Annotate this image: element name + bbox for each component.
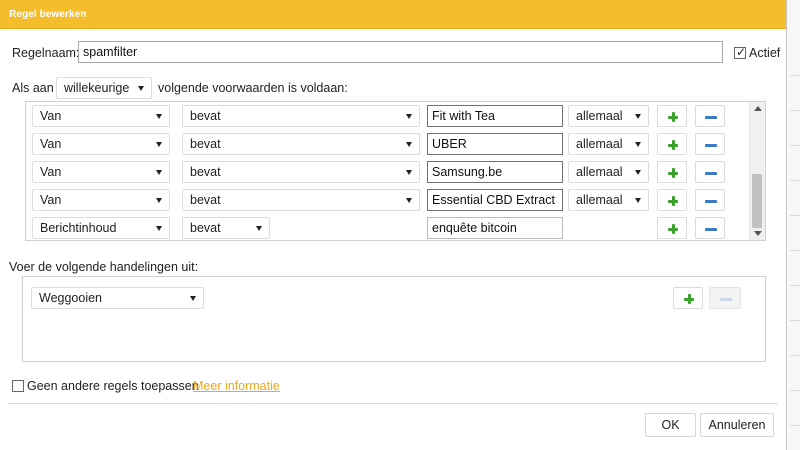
dialog-title-bar: Regel bewerken <box>0 0 786 29</box>
condition-field-select[interactable]: Van <box>32 105 170 127</box>
add-condition-button[interactable] <box>657 217 687 239</box>
edit-rule-dialog: Regel bewerken Regelnaam: spamfilter ✓ A… <box>0 0 787 450</box>
condition-field-select[interactable]: Van <box>32 133 170 155</box>
minus-icon <box>720 297 732 301</box>
remove-condition-button[interactable] <box>695 189 725 211</box>
condition-value-input[interactable]: enquête bitcoin <box>427 217 563 239</box>
actions-label: Voer de volgende handelingen uit: <box>9 260 199 274</box>
add-condition-button[interactable] <box>657 105 687 127</box>
chevron-down-icon <box>156 170 162 175</box>
stop-processing-checkbox[interactable] <box>12 380 24 392</box>
condition-field-select[interactable]: Berichtinhoud <box>32 217 170 239</box>
chevron-down-icon <box>156 114 162 119</box>
footer-divider <box>8 403 778 404</box>
condition-operator-select[interactable]: bevat <box>182 217 270 239</box>
scroll-up-arrow-icon[interactable] <box>754 106 762 111</box>
remove-condition-button[interactable] <box>695 217 725 239</box>
match-prefix-label: Als aan <box>12 81 54 95</box>
minus-icon <box>705 171 717 175</box>
minus-icon <box>705 143 717 147</box>
conditions-scrollbar[interactable] <box>749 102 765 240</box>
condition-operator-select[interactable]: bevat <box>182 133 420 155</box>
minus-icon <box>705 115 717 119</box>
active-checkbox[interactable]: ✓ <box>734 45 747 59</box>
chevron-down-icon <box>156 142 162 147</box>
minus-icon <box>705 199 717 203</box>
condition-value-input[interactable]: Fit with Tea <box>427 105 563 127</box>
chevron-down-icon <box>156 198 162 203</box>
cancel-button[interactable]: Annuleren <box>700 413 774 437</box>
remove-action-button[interactable] <box>709 287 741 309</box>
chevron-down-icon <box>256 226 262 231</box>
chevron-down-icon <box>635 114 641 119</box>
condition-value-input[interactable]: Essential CBD Extract <box>427 189 563 211</box>
checkmark-icon: ✓ <box>736 45 747 59</box>
condition-operator-select[interactable]: bevat <box>182 189 420 211</box>
condition-scope-select[interactable]: allemaal <box>568 189 649 211</box>
active-label: Actief <box>749 46 781 60</box>
condition-operator-select[interactable]: bevat <box>182 161 420 183</box>
chevron-down-icon <box>156 226 162 231</box>
plus-icon <box>668 224 678 234</box>
conditions-list[interactable]: Van bevat Fit with Tea allemaal Van beva… <box>25 101 766 241</box>
chevron-down-icon <box>138 86 144 91</box>
plus-icon <box>668 168 678 178</box>
condition-operator-select[interactable]: bevat <box>182 105 420 127</box>
add-action-button[interactable] <box>673 287 703 309</box>
match-mode-select[interactable]: willekeurige <box>56 77 152 99</box>
remove-condition-button[interactable] <box>695 133 725 155</box>
more-info-link[interactable]: Meer informatie <box>193 379 280 393</box>
plus-icon <box>668 112 678 122</box>
stop-processing-label: Geen andere regels toepassen <box>27 379 199 393</box>
condition-value-input[interactable]: UBER <box>427 133 563 155</box>
remove-condition-button[interactable] <box>695 105 725 127</box>
chevron-down-icon <box>406 142 412 147</box>
rule-name-label: Regelnaam: <box>12 46 80 60</box>
condition-scope-select[interactable]: allemaal <box>568 105 649 127</box>
rule-name-input[interactable]: spamfilter <box>78 41 723 63</box>
chevron-down-icon <box>406 114 412 119</box>
plus-icon <box>684 294 694 304</box>
chevron-down-icon <box>635 170 641 175</box>
condition-field-select[interactable]: Van <box>32 189 170 211</box>
condition-scope-select[interactable]: allemaal <box>568 133 649 155</box>
chevron-down-icon <box>635 142 641 147</box>
add-condition-button[interactable] <box>657 133 687 155</box>
plus-icon <box>668 140 678 150</box>
background-window-edge <box>786 0 800 450</box>
dialog-title: Regel bewerken <box>9 9 87 20</box>
ok-button[interactable]: OK <box>645 413 696 437</box>
chevron-down-icon <box>190 296 196 301</box>
chevron-down-icon <box>406 170 412 175</box>
condition-scope-select[interactable]: allemaal <box>568 161 649 183</box>
plus-icon <box>668 196 678 206</box>
add-condition-button[interactable] <box>657 161 687 183</box>
remove-condition-button[interactable] <box>695 161 725 183</box>
add-condition-button[interactable] <box>657 189 687 211</box>
action-select[interactable]: Weggooien <box>31 287 204 309</box>
actions-list: Weggooien <box>22 276 766 362</box>
condition-value-input[interactable]: Samsung.be <box>427 161 563 183</box>
condition-field-select[interactable]: Van <box>32 161 170 183</box>
match-suffix-label: volgende voorwaarden is voldaan: <box>158 81 348 95</box>
scrollbar-thumb[interactable] <box>752 174 762 228</box>
chevron-down-icon <box>406 198 412 203</box>
minus-icon <box>705 227 717 231</box>
match-mode-value: willekeurige <box>64 81 130 95</box>
scroll-down-arrow-icon[interactable] <box>754 231 762 236</box>
chevron-down-icon <box>635 198 641 203</box>
